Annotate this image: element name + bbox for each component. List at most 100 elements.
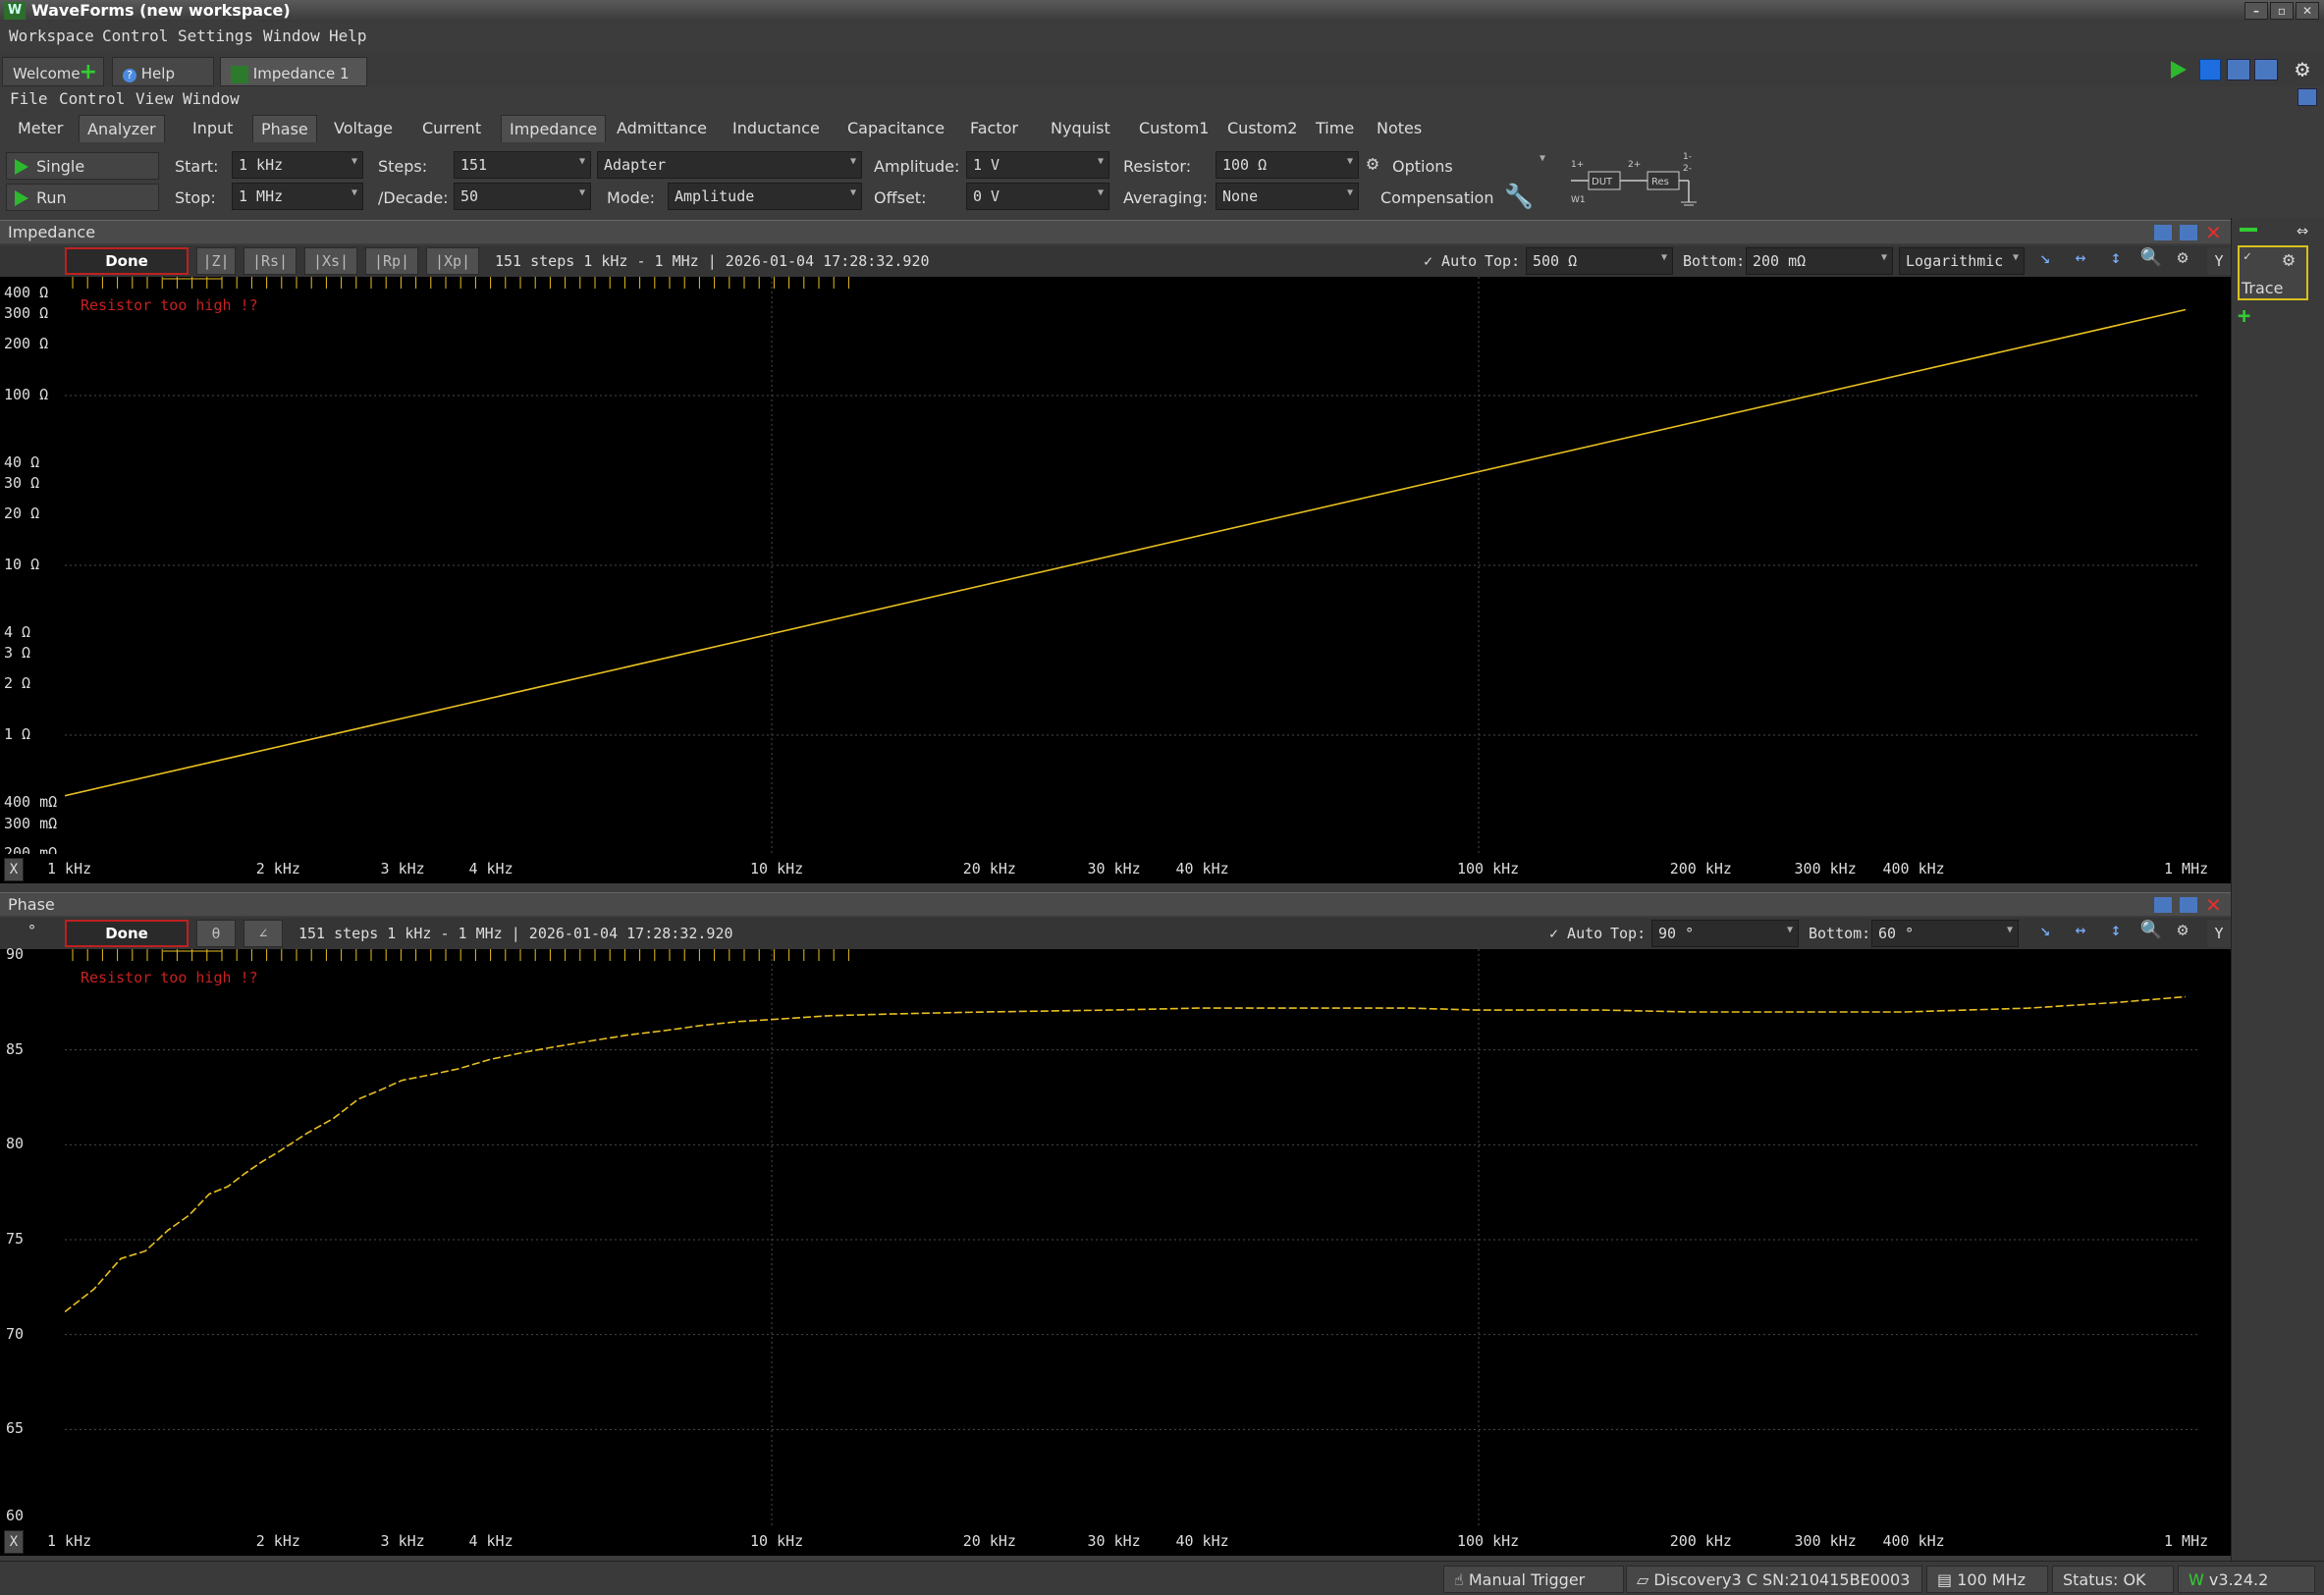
single-button[interactable]: Single [6, 152, 159, 180]
expand-arrows-icon[interactable]: ⇔ [2297, 218, 2308, 241]
impedance-scale-select[interactable]: Logarithmic ▼ [1899, 247, 2025, 275]
tab-voltage[interactable]: Voltage [326, 115, 401, 142]
stop-label: Stop: [175, 188, 216, 207]
decade-input[interactable]: 50 ▼ [454, 183, 591, 210]
panel-undock-icon[interactable] [2154, 897, 2172, 913]
phase-plot[interactable]: Resistor too high !? [65, 949, 2199, 1526]
clock-selector[interactable]: ▤ 100 MHz [1926, 1566, 2048, 1593]
tab-time[interactable]: Time [1308, 115, 1362, 142]
angle-trace-button[interactable]: ∠ [243, 920, 283, 947]
minimize-button[interactable]: – [2244, 2, 2268, 20]
phase-x-axis-button[interactable]: X [4, 1530, 24, 1554]
tab-capacitance[interactable]: Capacitance [839, 115, 952, 142]
xp-trace-button[interactable]: |Xp| [426, 247, 479, 275]
phase-top-input[interactable]: 90 ° ▼ [1651, 920, 1799, 947]
tab-input[interactable]: Input [185, 115, 241, 142]
trace-gear-icon[interactable]: ⚙ [2283, 247, 2295, 271]
trace-item[interactable]: ✓ ⚙ Trace [2238, 245, 2308, 300]
rp-trace-button[interactable]: |Rp| [365, 247, 418, 275]
xs-trace-button[interactable]: |Xs| [304, 247, 357, 275]
offset-input[interactable]: 0 V ▼ [966, 183, 1109, 210]
tab-impedance[interactable]: Impedance [501, 115, 607, 142]
tab-nyquist[interactable]: Nyquist [1043, 115, 1118, 142]
panel-maximize-icon[interactable] [2180, 225, 2197, 240]
tab-phase[interactable]: Phase [252, 115, 317, 142]
run-button[interactable]: Run [6, 184, 159, 211]
menu-help[interactable]: Help [329, 27, 367, 45]
impedance-plot[interactable]: Resistor too high !? [65, 277, 2199, 854]
impedance-bottom-input[interactable]: 200 mΩ ▼ [1746, 247, 1893, 275]
steps-input[interactable]: 151 ▼ [454, 151, 591, 179]
resistor-select[interactable]: 100 Ω ▼ [1216, 151, 1359, 179]
zoom-x-icon[interactable]: ↘ [2032, 245, 2058, 271]
chevron-down-icon: ▼ [1880, 252, 1887, 263]
panel-maximize-icon[interactable] [2180, 897, 2197, 913]
theta-trace-button[interactable]: θ [196, 920, 236, 947]
tab-factor[interactable]: Factor [962, 115, 1026, 142]
tab-custom1[interactable]: Custom1 [1131, 115, 1216, 142]
impedance-x-axis-button[interactable]: X [4, 858, 24, 881]
menu-workspace[interactable]: Workspace [9, 27, 94, 45]
tab-impedance-1[interactable]: Impedance 1 [220, 57, 367, 86]
settings-gear-icon[interactable]: ⚙ [2290, 55, 2315, 82]
mode-select[interactable]: Amplitude ▼ [668, 183, 862, 210]
phase-bottom-input[interactable]: 60 ° ▼ [1871, 920, 2019, 947]
plot-settings-gear-icon[interactable]: ⚙ [2170, 918, 2195, 943]
tab-custom2[interactable]: Custom2 [1219, 115, 1305, 142]
run-all-icon[interactable] [2166, 57, 2189, 82]
stop-all-icon[interactable] [2199, 59, 2221, 80]
tab-welcome[interactable]: Welcome + [2, 57, 104, 86]
tile-windows-icon[interactable] [2254, 59, 2278, 80]
tab-current[interactable]: Current [414, 115, 489, 142]
tab-meter[interactable]: Meter [10, 115, 71, 142]
cascade-windows-icon[interactable] [2227, 59, 2250, 80]
wrench-icon[interactable]: 🔧 [1504, 183, 1534, 210]
zoom-magnifier-icon[interactable]: 🔍 [2138, 918, 2164, 943]
manual-trigger-button[interactable]: ☝ Manual Trigger [1443, 1566, 1624, 1593]
amplitude-input[interactable]: 1 V ▼ [966, 151, 1109, 179]
menu-control[interactable]: Control [102, 27, 168, 45]
phase-y-axis-button[interactable]: Y [2207, 920, 2231, 947]
impedance-auto-checkbox[interactable]: ✓ Auto [1424, 252, 1477, 270]
zoom-magnifier-icon[interactable]: 🔍 [2138, 245, 2164, 271]
menu-instr-control[interactable]: Control [59, 89, 125, 108]
trace-check[interactable]: ✓ [2243, 249, 2251, 264]
maximize-button[interactable]: ▫ [2270, 2, 2294, 20]
averaging-select[interactable]: None ▼ [1216, 183, 1359, 210]
version-indicator[interactable]: W v3.24.2 [2178, 1566, 2315, 1593]
phase-auto-checkbox[interactable]: ✓ Auto [1549, 925, 1602, 942]
menu-instr-window[interactable]: Window [183, 89, 240, 108]
stop-input[interactable]: 1 MHz ▼ [232, 183, 363, 210]
menu-settings[interactable]: Settings [178, 27, 253, 45]
device-selector[interactable]: ▱ Discovery3 C SN:210415BE0003 [1626, 1566, 1922, 1593]
options-button[interactable]: ⚙ Options ▼ [1367, 151, 1545, 179]
menu-view[interactable]: View [135, 89, 174, 108]
add-trace-icon[interactable]: + [2238, 304, 2250, 329]
tab-admittance[interactable]: Admittance [609, 115, 715, 142]
adapter-select[interactable]: Adapter ▼ [597, 151, 862, 179]
impedance-top-input[interactable]: 500 Ω ▼ [1526, 247, 1673, 275]
menu-window[interactable]: Window [263, 27, 320, 45]
impedance-y-axis-button[interactable]: Y [2207, 247, 2231, 275]
collapse-panel-icon[interactable] [2240, 228, 2257, 232]
rs-trace-button[interactable]: |Rs| [243, 247, 297, 275]
panel-close-icon[interactable]: ✕ [2205, 221, 2225, 244]
panel-close-icon[interactable]: ✕ [2205, 893, 2225, 917]
start-input[interactable]: 1 kHz ▼ [232, 151, 363, 179]
tab-analyzer[interactable]: Analyzer [79, 115, 165, 142]
fit-horizontal-icon[interactable]: ↔ [2068, 245, 2093, 271]
tab-inductance[interactable]: Inductance [725, 115, 828, 142]
z-trace-button[interactable]: |Z| [196, 247, 236, 275]
fit-horizontal-icon[interactable]: ↔ [2068, 918, 2093, 943]
fit-vertical-icon[interactable]: ↕ [2103, 918, 2129, 943]
panel-undock-icon[interactable] [2154, 225, 2172, 240]
tab-help[interactable]: ? Help [112, 57, 214, 86]
add-tab-icon[interactable]: + [80, 60, 97, 84]
close-window-button[interactable]: ✕ [2296, 2, 2319, 20]
fit-vertical-icon[interactable]: ↕ [2103, 245, 2129, 271]
menu-file[interactable]: File [10, 89, 48, 108]
dock-window-icon[interactable] [2297, 88, 2317, 106]
plot-settings-gear-icon[interactable]: ⚙ [2170, 245, 2195, 271]
tab-notes[interactable]: Notes [1369, 115, 1430, 142]
zoom-x-icon[interactable]: ↘ [2032, 918, 2058, 943]
